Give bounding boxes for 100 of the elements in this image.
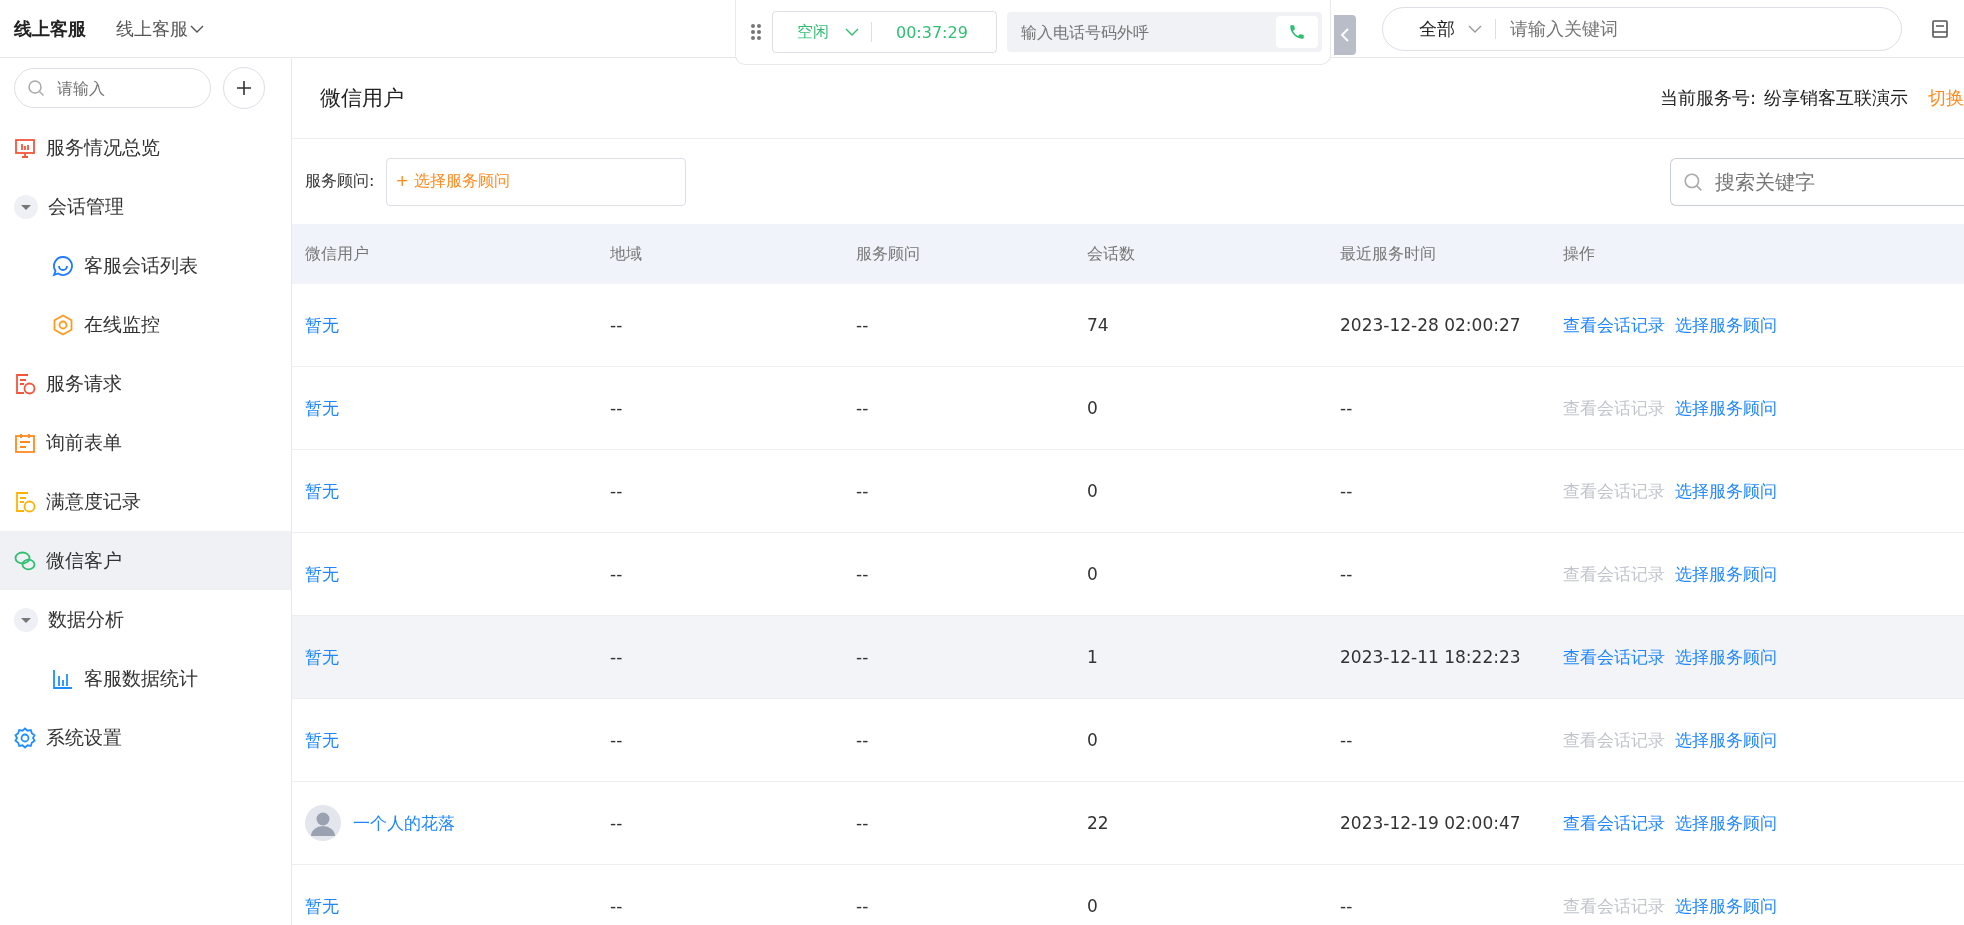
view-records-link[interactable]: 查看会话记录 bbox=[1563, 645, 1665, 669]
service-account-name: 纷享销客互联演示 bbox=[1764, 86, 1908, 110]
assign-advisor-link[interactable]: 选择服务顾问 bbox=[1675, 396, 1777, 420]
inbox-icon[interactable] bbox=[1930, 18, 1950, 39]
view-records-link[interactable]: 查看会话记录 bbox=[1563, 313, 1665, 337]
table-cell-text: -- bbox=[610, 564, 624, 584]
user-name-link[interactable]: 暂无 bbox=[305, 479, 339, 503]
table-cell-text: 22 bbox=[1087, 813, 1110, 833]
column-header: 最近服务时间 bbox=[1340, 243, 1437, 265]
column-header: 微信用户 bbox=[305, 243, 370, 265]
add-button[interactable] bbox=[223, 67, 265, 109]
assign-advisor-link[interactable]: 选择服务顾问 bbox=[1675, 728, 1777, 752]
table-cell-text: -- bbox=[610, 813, 624, 833]
phone-icon bbox=[1288, 23, 1306, 41]
document-star-icon bbox=[14, 490, 36, 513]
table-cell-text: 0 bbox=[1087, 564, 1099, 584]
nav-label: 服务情况总览 bbox=[46, 134, 160, 160]
assign-advisor-link[interactable]: 选择服务顾问 bbox=[1675, 313, 1777, 337]
advisor-select[interactable]: + 选择服务顾问 bbox=[386, 157, 687, 206]
switch-link[interactable]: 切换 bbox=[1928, 86, 1964, 110]
table-cell-text: 0 bbox=[1087, 896, 1099, 916]
table-cell-text: 2023-12-11 18:22:23 bbox=[1340, 647, 1522, 667]
assign-advisor-link[interactable]: 选择服务顾问 bbox=[1675, 811, 1777, 835]
drag-handle-icon[interactable] bbox=[750, 23, 762, 41]
nav-label: 服务请求 bbox=[46, 370, 122, 396]
table-cell-text: -- bbox=[1340, 398, 1354, 418]
caret-icon[interactable] bbox=[14, 607, 38, 632]
phone-number-field[interactable]: 输入电话号码外呼 bbox=[1006, 12, 1322, 52]
table-cell-text: -- bbox=[856, 896, 870, 916]
chevron-down-icon bbox=[1467, 23, 1483, 34]
column-header: 服务顾问 bbox=[856, 243, 921, 265]
nav-item[interactable]: 数据分析 bbox=[0, 590, 291, 649]
nav-subitem[interactable]: 客服数据统计 bbox=[0, 649, 291, 708]
column-header: 会话数 bbox=[1087, 243, 1136, 265]
status-dropdown[interactable]: 空闲 bbox=[797, 21, 859, 43]
bar-chart-icon bbox=[52, 667, 74, 690]
table-cell-text: -- bbox=[856, 730, 870, 750]
user-name-link[interactable]: 暂无 bbox=[305, 562, 339, 586]
document-coin-icon bbox=[14, 372, 36, 395]
call-button[interactable] bbox=[1276, 16, 1318, 48]
column-header: 地域 bbox=[610, 243, 643, 265]
assign-advisor-link[interactable]: 选择服务顾问 bbox=[1675, 562, 1777, 586]
chevron-left-icon bbox=[1340, 27, 1350, 43]
table-cell-text: 74 bbox=[1087, 315, 1110, 335]
nav-subitem[interactable]: 客服会话列表 bbox=[0, 236, 291, 295]
table-cell-text: 2023-12-28 02:00:27 bbox=[1340, 315, 1522, 335]
table-cell-text: 0 bbox=[1087, 398, 1099, 418]
chat-bubble-icon bbox=[52, 254, 74, 277]
calendar-form-icon bbox=[14, 431, 36, 454]
table-cell-text: 0 bbox=[1087, 730, 1099, 750]
assign-advisor-link[interactable]: 选择服务顾问 bbox=[1675, 479, 1777, 503]
scope-dropdown[interactable]: 全部 bbox=[1419, 16, 1483, 41]
caret-icon[interactable] bbox=[14, 194, 38, 219]
table-cell-text: -- bbox=[1340, 730, 1354, 750]
keyword-search-field[interactable]: 搜索关键字 bbox=[1670, 157, 1964, 206]
table-cell-text: -- bbox=[1340, 481, 1354, 501]
nav-label: 微信客户 bbox=[46, 547, 122, 573]
nav-item[interactable]: 会话管理 bbox=[0, 177, 291, 236]
table-cell-text: -- bbox=[856, 481, 870, 501]
nav-item[interactable]: 询前表单 bbox=[0, 413, 291, 472]
user-name-link[interactable]: 暂无 bbox=[305, 396, 339, 420]
nav-item[interactable]: 系统设置 bbox=[0, 708, 291, 767]
nav-label: 数据分析 bbox=[48, 606, 124, 632]
user-name-link[interactable]: 暂无 bbox=[305, 894, 339, 918]
phone-number-input[interactable]: 输入电话号码外呼 bbox=[1018, 21, 1276, 43]
assign-advisor-link[interactable]: 选择服务顾问 bbox=[1675, 645, 1777, 669]
table-cell-text: -- bbox=[856, 398, 870, 418]
chat-bubbles-icon bbox=[14, 549, 36, 572]
page-title: 微信用户 bbox=[320, 85, 404, 112]
nav-subitem[interactable]: 在线监控 bbox=[0, 295, 291, 354]
table-cell-text: -- bbox=[856, 315, 870, 335]
table-cell-text: -- bbox=[610, 647, 624, 667]
settings-icon bbox=[14, 726, 36, 749]
nav-label: 满意度记录 bbox=[46, 488, 141, 514]
nav-item[interactable]: 满意度记录 bbox=[0, 472, 291, 531]
table-cell-text: -- bbox=[1340, 896, 1354, 916]
call-timer: 00:37:29 bbox=[896, 22, 968, 42]
user-name-link[interactable]: 暂无 bbox=[305, 728, 339, 752]
search-icon bbox=[1683, 171, 1703, 192]
app-title: 线上客服 bbox=[14, 16, 86, 41]
table-cell-text: -- bbox=[856, 564, 870, 584]
nav-label: 会话管理 bbox=[48, 193, 124, 219]
user-name-link[interactable]: 暂无 bbox=[305, 313, 339, 337]
nav-item[interactable]: 服务请求 bbox=[0, 354, 291, 413]
nav-label: 客服数据统计 bbox=[84, 665, 198, 691]
assign-advisor-link[interactable]: 选择服务顾问 bbox=[1675, 894, 1777, 918]
nav-label: 询前表单 bbox=[46, 429, 122, 455]
user-name-link[interactable]: 一个人的花落 bbox=[353, 811, 455, 835]
nav-item[interactable]: 微信客户 bbox=[0, 531, 291, 590]
table-cell-text: -- bbox=[856, 813, 870, 833]
table-cell-text: -- bbox=[610, 481, 624, 501]
view-records-link[interactable]: 查看会话记录 bbox=[1563, 811, 1665, 835]
user-name-link[interactable]: 暂无 bbox=[305, 645, 339, 669]
table-cell-text: 0 bbox=[1087, 481, 1099, 501]
search-icon bbox=[27, 79, 45, 97]
monitor-icon bbox=[14, 136, 36, 159]
module-dropdown[interactable]: 线上客服 bbox=[116, 16, 204, 41]
nav-item[interactable]: 服务情况总览 bbox=[0, 118, 291, 177]
table-cell-text: 1 bbox=[1087, 647, 1099, 667]
table-cell-text: -- bbox=[610, 896, 624, 916]
